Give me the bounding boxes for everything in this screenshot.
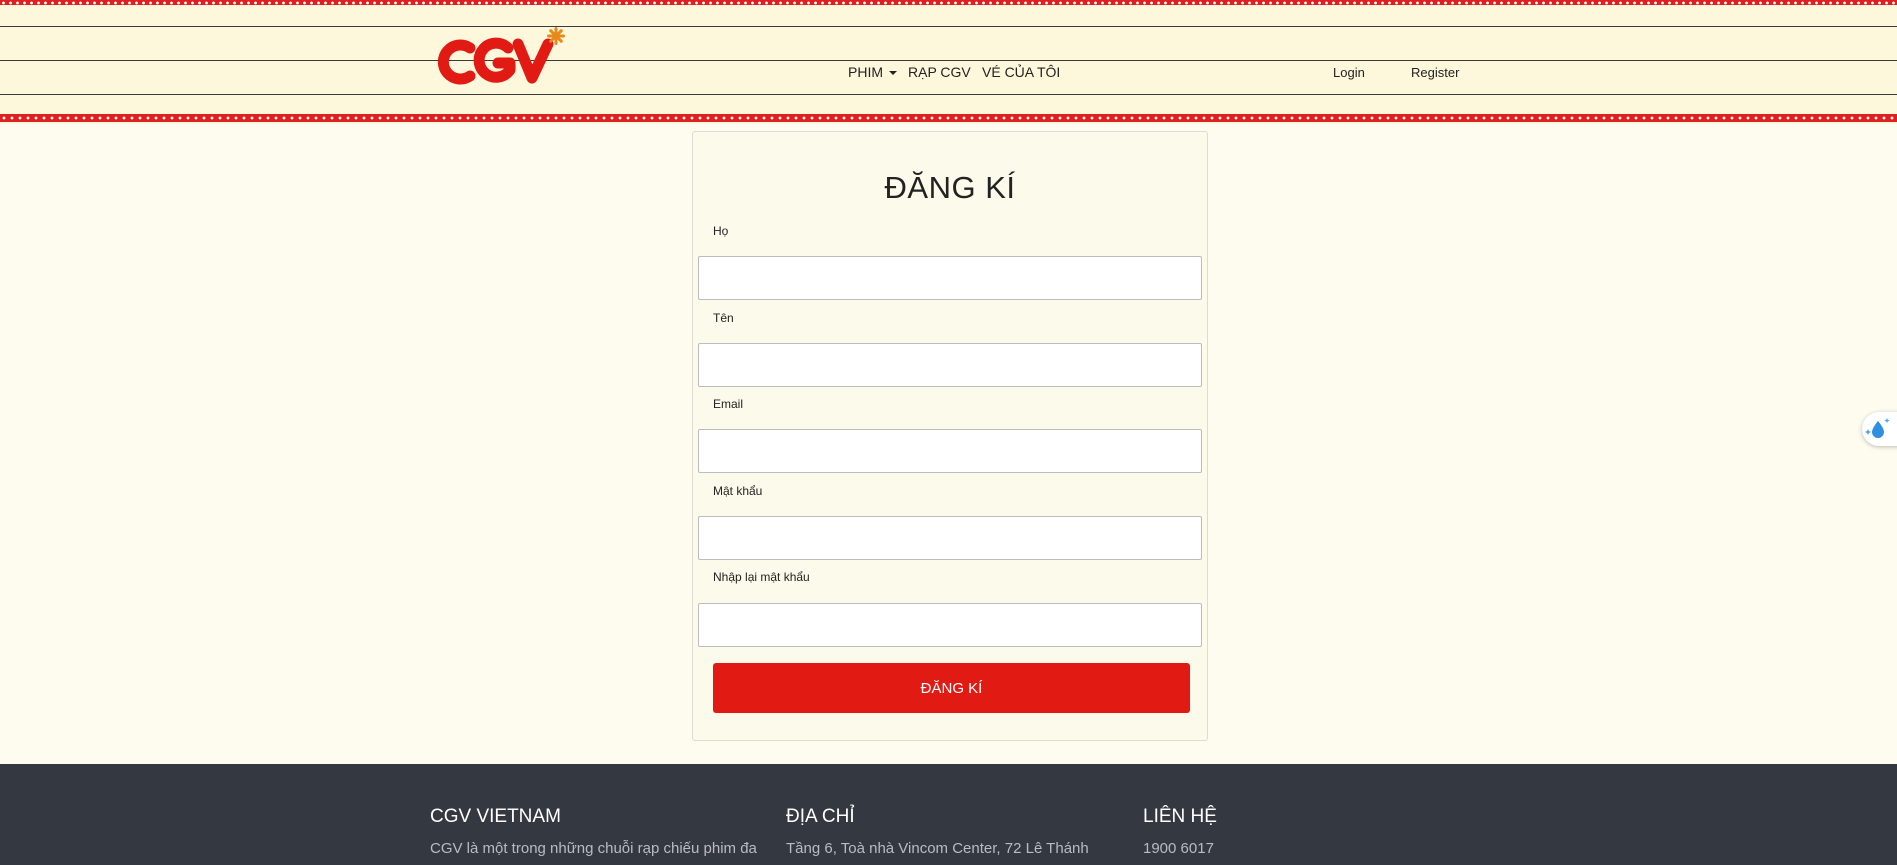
footer-column-contact: LIÊN HỆ 1900 6017 <box>1143 806 1217 857</box>
header-dotted-border-top <box>0 0 1897 5</box>
cgv-logo-mark <box>437 27 565 85</box>
droplet-sparkle-icon <box>1865 418 1890 438</box>
cgv-logo[interactable] <box>436 26 566 92</box>
confirm-password-input[interactable] <box>698 603 1202 647</box>
header-rule <box>0 60 1897 61</box>
nav-item-films[interactable]: PHIM <box>848 64 897 80</box>
register-link[interactable]: Register <box>1411 65 1459 80</box>
header-rule <box>0 94 1897 95</box>
footer-heading: LIÊN HỆ <box>1143 806 1217 827</box>
footer-text: Tầng 6, Toà nhà Vincom Center, 72 Lê Thá… <box>786 840 1089 857</box>
header-rule <box>0 26 1897 27</box>
site-footer: CGV VIETNAM CGV là một trong những chuỗi… <box>0 764 1897 865</box>
header-dotted-border-bottom <box>0 114 1897 122</box>
nav-item-films-label: PHIM <box>848 64 883 80</box>
confirm-password-label: Nhập lại mật khẩu <box>713 570 810 584</box>
register-submit-button[interactable]: ĐĂNG KÍ <box>713 663 1190 713</box>
nav-item-cinemas[interactable]: RẠP CGV <box>908 64 971 80</box>
email-input[interactable] <box>698 429 1202 473</box>
footer-heading: ĐỊA CHỈ <box>786 806 855 827</box>
footer-column-about: CGV VIETNAM CGV là một trong những chuỗi… <box>430 806 757 857</box>
password-input[interactable] <box>698 516 1202 560</box>
footer-column-address: ĐỊA CHỈ Tầng 6, Toà nhà Vincom Center, 7… <box>786 806 1089 857</box>
last-name-input[interactable] <box>698 256 1202 300</box>
footer-heading: CGV VIETNAM <box>430 806 561 827</box>
chevron-down-icon <box>889 71 897 76</box>
register-form-card: ĐĂNG KÍ Họ Tên Email Mật khẩu Nhập lại m… <box>692 131 1208 741</box>
nav-item-my-tickets[interactable]: VÉ CỦA TÔI <box>982 64 1060 80</box>
site-header: PHIM RẠP CGV VÉ CỦA TÔI Login Register <box>0 0 1897 124</box>
form-title: ĐĂNG KÍ <box>884 170 1016 205</box>
login-link[interactable]: Login <box>1333 65 1365 80</box>
footer-text: CGV là một trong những chuỗi rạp chiếu p… <box>430 840 757 857</box>
last-name-label: Họ <box>713 224 729 238</box>
first-name-label: Tên <box>713 311 734 325</box>
footer-phone[interactable]: 1900 6017 <box>1143 840 1217 857</box>
floating-helper-button[interactable] <box>1862 412 1897 446</box>
first-name-input[interactable] <box>698 343 1202 387</box>
password-label: Mật khẩu <box>713 484 763 498</box>
email-label: Email <box>713 397 744 411</box>
